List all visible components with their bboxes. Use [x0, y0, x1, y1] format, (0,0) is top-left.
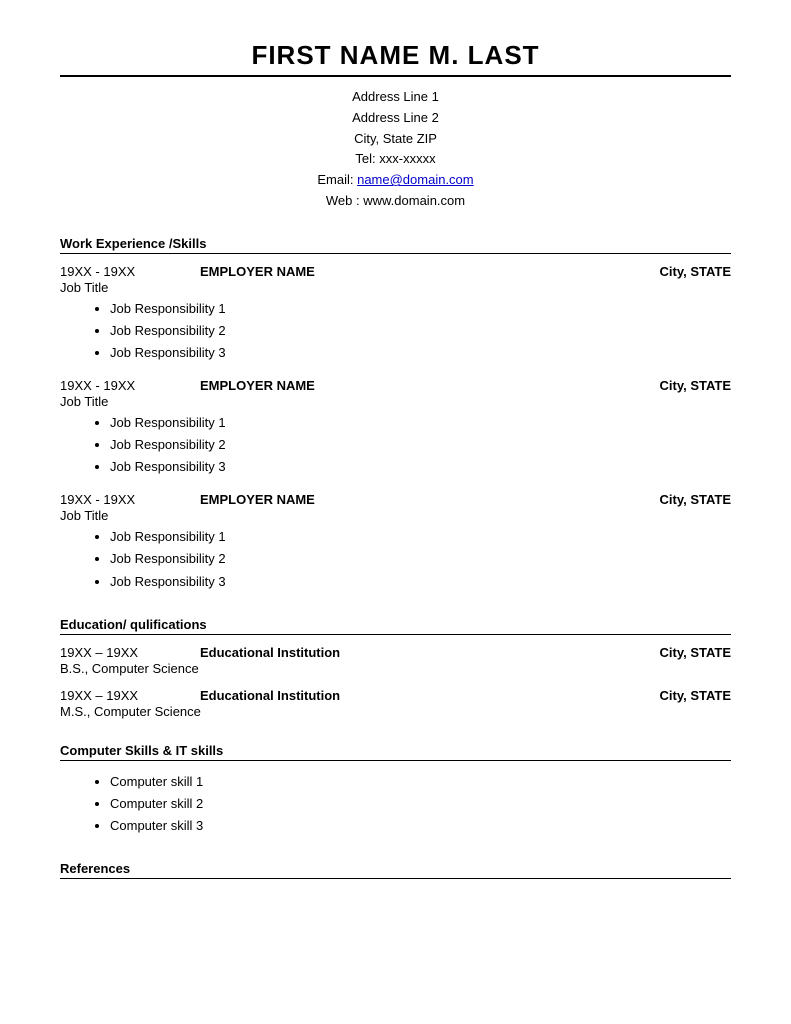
job-dates-2: 19XX - 19XX	[60, 378, 170, 393]
edu-header-1: 19XX – 19XX Educational Institution City…	[60, 645, 731, 660]
employer-name-1: EMPLOYER NAME	[170, 264, 660, 279]
job-title-2: Job Title	[60, 394, 731, 409]
email-line: Email: name@domain.com	[60, 170, 731, 191]
job-dates-1: 19XX - 19XX	[60, 264, 170, 279]
edu-degree-2: M.S., Computer Science	[60, 704, 731, 719]
job-location-1: City, STATE	[660, 264, 732, 279]
job-title-3: Job Title	[60, 508, 731, 523]
list-item: Job Responsibility 2	[110, 548, 731, 570]
computer-skills-divider	[60, 760, 731, 761]
education-section: Education/ qulifications 19XX – 19XX Edu…	[60, 617, 731, 719]
edu-institution-2: Educational Institution	[170, 688, 660, 703]
list-item: Job Responsibility 1	[110, 526, 731, 548]
edu-location-1: City, STATE	[660, 645, 732, 660]
edu-dates-2: 19XX – 19XX	[60, 688, 170, 703]
city-state-zip: City, State ZIP	[60, 129, 731, 150]
references-divider	[60, 878, 731, 879]
computer-skills-section: Computer Skills & IT skills Computer ski…	[60, 743, 731, 837]
job-location-3: City, STATE	[660, 492, 732, 507]
skills-list: Computer skill 1 Computer skill 2 Comput…	[60, 771, 731, 837]
edu-location-2: City, STATE	[660, 688, 732, 703]
email-link[interactable]: name@domain.com	[357, 172, 474, 187]
employer-name-2: EMPLOYER NAME	[170, 378, 660, 393]
header-section: FIRST NAME M. LAST Address Line 1 Addres…	[60, 40, 731, 212]
computer-skills-title: Computer Skills & IT skills	[60, 743, 731, 758]
work-experience-divider	[60, 253, 731, 254]
job-dates-3: 19XX - 19XX	[60, 492, 170, 507]
job-entry-1: 19XX - 19XX EMPLOYER NAME City, STATE Jo…	[60, 264, 731, 364]
contact-info: Address Line 1 Address Line 2 City, Stat…	[60, 87, 731, 212]
edu-header-2: 19XX – 19XX Educational Institution City…	[60, 688, 731, 703]
edu-degree-1: B.S., Computer Science	[60, 661, 731, 676]
education-divider	[60, 634, 731, 635]
education-title: Education/ qulifications	[60, 617, 731, 632]
job-header-3: 19XX - 19XX EMPLOYER NAME City, STATE	[60, 492, 731, 507]
job-header-2: 19XX - 19XX EMPLOYER NAME City, STATE	[60, 378, 731, 393]
list-item: Job Responsibility 3	[110, 342, 731, 364]
responsibilities-2: Job Responsibility 1 Job Responsibility …	[60, 412, 731, 478]
list-item: Computer skill 1	[110, 771, 731, 793]
list-item: Job Responsibility 3	[110, 571, 731, 593]
web: Web : www.domain.com	[60, 191, 731, 212]
job-header-1: 19XX - 19XX EMPLOYER NAME City, STATE	[60, 264, 731, 279]
list-item: Job Responsibility 2	[110, 434, 731, 456]
work-experience-title: Work Experience /Skills	[60, 236, 731, 251]
address-line2: Address Line 2	[60, 108, 731, 129]
edu-dates-1: 19XX – 19XX	[60, 645, 170, 660]
references-section: References	[60, 861, 731, 879]
email-label: Email:	[317, 172, 357, 187]
job-entry-3: 19XX - 19XX EMPLOYER NAME City, STATE Jo…	[60, 492, 731, 592]
tel: Tel: xxx-xxxxx	[60, 149, 731, 170]
references-title: References	[60, 861, 731, 876]
job-location-2: City, STATE	[660, 378, 732, 393]
responsibilities-3: Job Responsibility 1 Job Responsibility …	[60, 526, 731, 592]
resume-container: FIRST NAME M. LAST Address Line 1 Addres…	[60, 40, 731, 879]
list-item: Computer skill 2	[110, 793, 731, 815]
edu-entry-2: 19XX – 19XX Educational Institution City…	[60, 688, 731, 719]
list-item: Job Responsibility 1	[110, 298, 731, 320]
responsibilities-1: Job Responsibility 1 Job Responsibility …	[60, 298, 731, 364]
list-item: Job Responsibility 3	[110, 456, 731, 478]
job-title-1: Job Title	[60, 280, 731, 295]
job-entry-2: 19XX - 19XX EMPLOYER NAME City, STATE Jo…	[60, 378, 731, 478]
name-divider	[60, 75, 731, 77]
employer-name-3: EMPLOYER NAME	[170, 492, 660, 507]
edu-institution-1: Educational Institution	[170, 645, 660, 660]
list-item: Computer skill 3	[110, 815, 731, 837]
list-item: Job Responsibility 1	[110, 412, 731, 434]
edu-entry-1: 19XX – 19XX Educational Institution City…	[60, 645, 731, 676]
full-name: FIRST NAME M. LAST	[60, 40, 731, 71]
address-line1: Address Line 1	[60, 87, 731, 108]
work-experience-section: Work Experience /Skills 19XX - 19XX EMPL…	[60, 236, 731, 593]
list-item: Job Responsibility 2	[110, 320, 731, 342]
